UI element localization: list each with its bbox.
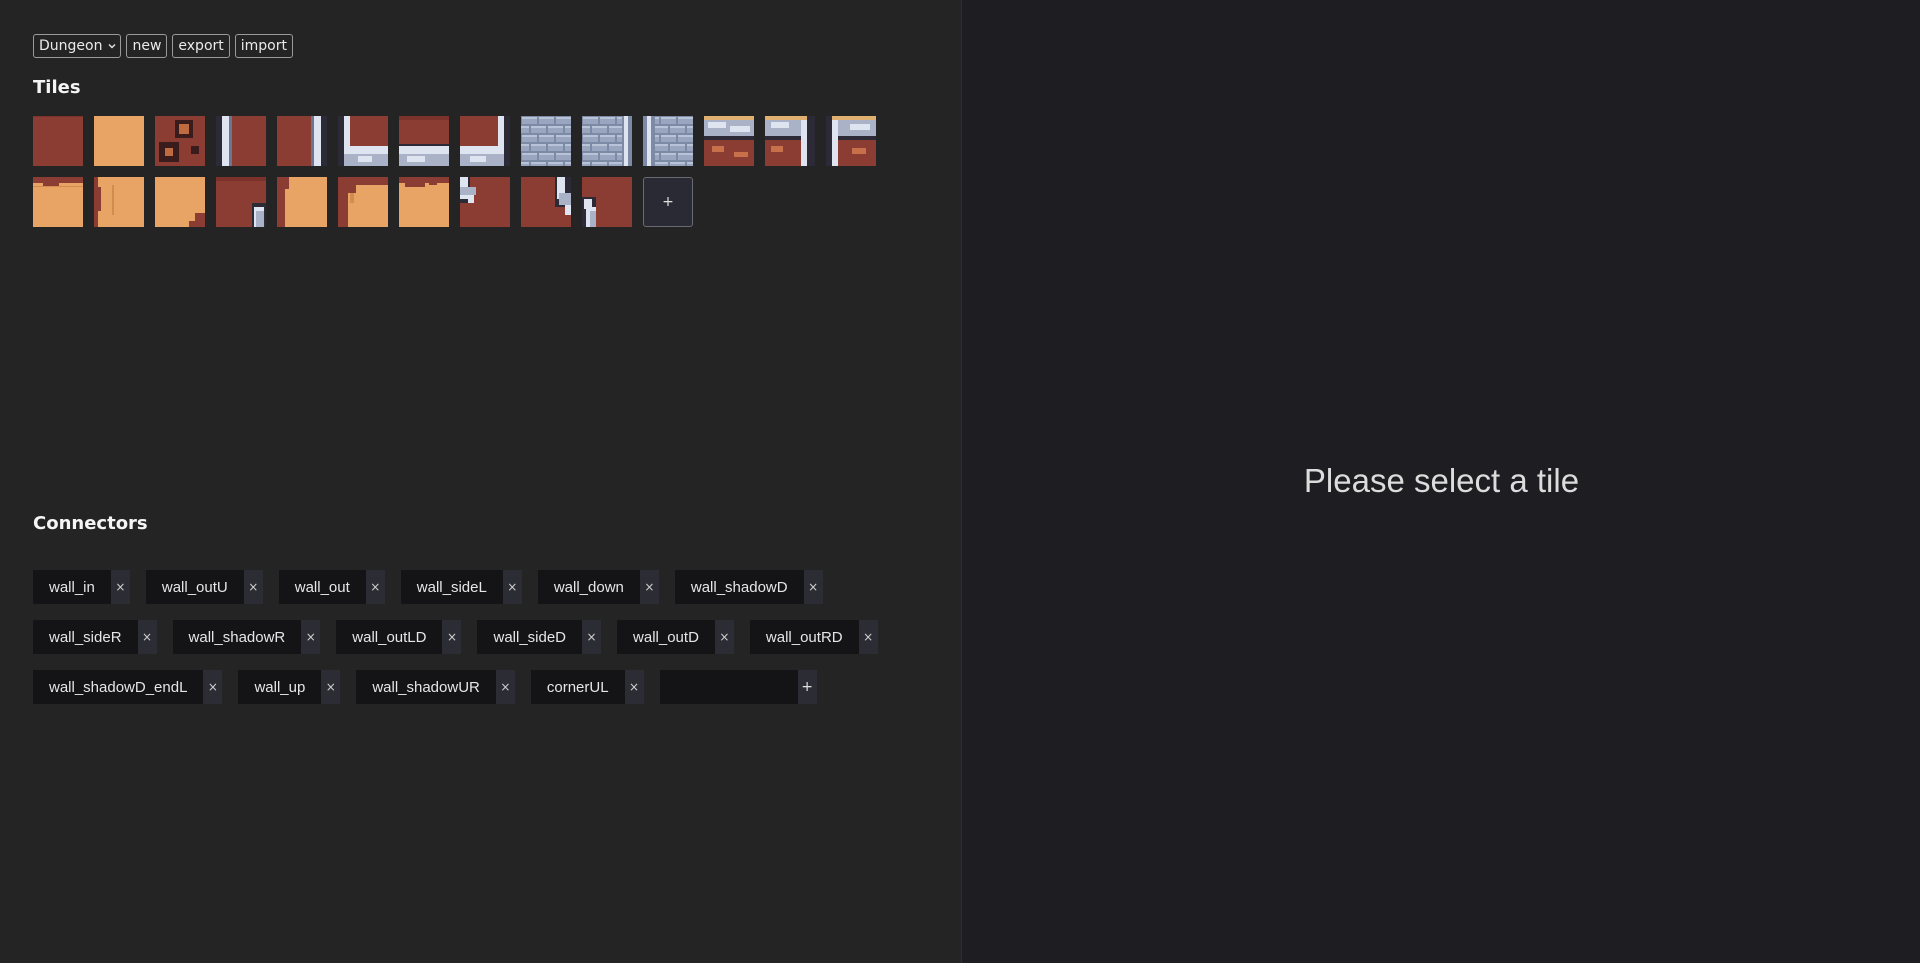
tile-wall-top-face-right[interactable] [765, 116, 815, 166]
connector-chip: wall_in × [33, 570, 130, 604]
connector-label: wall_shadowD_endL [33, 670, 204, 704]
remove-connector-button[interactable]: × [321, 670, 341, 704]
connector-chip: wall_shadowD_endL × [33, 670, 223, 704]
connector-label: wall_sideR [33, 620, 138, 654]
remove-connector-button[interactable]: × [110, 570, 130, 604]
connector-label: wall_shadowD [674, 570, 804, 604]
connector-chip: wall_up × [238, 670, 341, 704]
connector-chip: wall_out × [278, 570, 385, 604]
new-button[interactable]: new [126, 34, 168, 58]
remove-connector-button[interactable]: × [803, 570, 823, 604]
export-button[interactable]: export [172, 34, 230, 58]
connector-chip: wall_shadowD × [674, 570, 823, 604]
connector-label: wall_outD [617, 620, 715, 654]
tile-detail-panel: Please select a tile [963, 0, 1920, 963]
tile-red-wall-end[interactable] [582, 177, 632, 227]
connector-label: wall_in [33, 570, 111, 604]
remove-connector-button[interactable]: × [365, 570, 385, 604]
tile-wall-side-left[interactable] [216, 116, 266, 166]
connector-chip: wall_sideL × [400, 570, 522, 604]
connector-chip: wall_outU × [145, 570, 263, 604]
remove-connector-button[interactable]: × [714, 620, 734, 654]
connector-label: wall_shadowR [172, 620, 302, 654]
tile-wall-top-face-left[interactable] [826, 116, 876, 166]
connector-chip: cornerUL × [530, 670, 644, 704]
add-connector-button[interactable]: + [797, 670, 817, 704]
remove-connector-button[interactable]: × [502, 570, 522, 604]
connector-label: wall_up [238, 670, 322, 704]
remove-connector-button[interactable]: × [495, 670, 515, 704]
tileset-editor-panel: Dungeon new export import Tiles + Connec… [0, 0, 962, 963]
tiles-heading: Tiles [33, 77, 81, 98]
tile-wall-bottom[interactable] [399, 116, 449, 166]
tile-floor-red-pit[interactable] [155, 116, 205, 166]
tile-wall-top-face[interactable] [704, 116, 754, 166]
connector-chip: wall_outRD × [749, 620, 878, 654]
tile-floor-red[interactable] [33, 116, 83, 166]
remove-connector-button[interactable]: × [243, 570, 263, 604]
import-button[interactable]: import [234, 34, 293, 58]
tile-sand-curve-tl[interactable] [338, 177, 388, 227]
empty-state-message: Please select a tile [1303, 462, 1580, 499]
connector-list: wall_in × wall_outU × wall_out × wall_sideL × wa… [33, 570, 913, 704]
remove-connector-button[interactable]: × [137, 620, 157, 654]
connector-chip: wall_sideD × [477, 620, 602, 654]
connector-chip: wall_shadowR × [172, 620, 321, 654]
connector-label: wall_outRD [749, 620, 859, 654]
tileset-select-value: Dungeon [39, 38, 103, 54]
tile-brick-wall-right[interactable] [582, 116, 632, 166]
tile-sand-corner-br[interactable] [155, 177, 205, 227]
connector-label: wall_outLD [336, 620, 443, 654]
remove-connector-button[interactable]: × [639, 570, 659, 604]
tile-wall-corner-down-right[interactable] [460, 116, 510, 166]
remove-connector-button[interactable]: × [582, 620, 602, 654]
tile-grid: + [33, 116, 893, 227]
tile-brick-wall-left[interactable] [643, 116, 693, 166]
connector-chip: wall_down × [537, 570, 659, 604]
add-tile-button[interactable]: + [643, 177, 693, 227]
connector-label: wall_down [537, 570, 640, 604]
connector-chip: wall_shadowUR × [356, 670, 515, 704]
tile-floor-sand[interactable] [94, 116, 144, 166]
tile-sand-edge-left[interactable] [94, 177, 144, 227]
tile-red-wall-corner-ul[interactable] [460, 177, 510, 227]
remove-connector-button[interactable]: × [624, 670, 644, 704]
tile-wall-corner-down-left[interactable] [338, 116, 388, 166]
tile-sand-edge-top[interactable] [33, 177, 83, 227]
connector-label: wall_out [278, 570, 366, 604]
connector-chip: wall_outLD × [336, 620, 462, 654]
connector-label: cornerUL [530, 670, 625, 704]
tile-wall-side-right[interactable] [277, 116, 327, 166]
tile-red-shadow-corner[interactable] [216, 177, 266, 227]
new-connector: + [659, 670, 817, 704]
connector-label: wall_sideL [400, 570, 503, 604]
new-connector-input[interactable] [659, 670, 798, 704]
remove-connector-button[interactable]: × [203, 670, 223, 704]
remove-connector-button[interactable]: × [442, 620, 462, 654]
tile-red-wall-corner-ur[interactable] [521, 177, 571, 227]
connector-label: wall_outU [145, 570, 244, 604]
remove-connector-button[interactable]: × [858, 620, 878, 654]
tileset-select[interactable]: Dungeon [33, 34, 122, 58]
tile-brick-wall[interactable] [521, 116, 571, 166]
toolbar: Dungeon new export import [33, 34, 293, 58]
tile-sand-edge-right[interactable] [277, 177, 327, 227]
tile-sand-edge-top-2[interactable] [399, 177, 449, 227]
remove-connector-button[interactable]: × [301, 620, 321, 654]
chevron-down-icon [108, 44, 116, 49]
connector-chip: wall_sideR × [33, 620, 157, 654]
connectors-heading: Connectors [33, 513, 148, 534]
connector-label: wall_sideD [477, 620, 583, 654]
connector-label: wall_shadowUR [356, 670, 496, 704]
connector-chip: wall_outD × [617, 620, 734, 654]
